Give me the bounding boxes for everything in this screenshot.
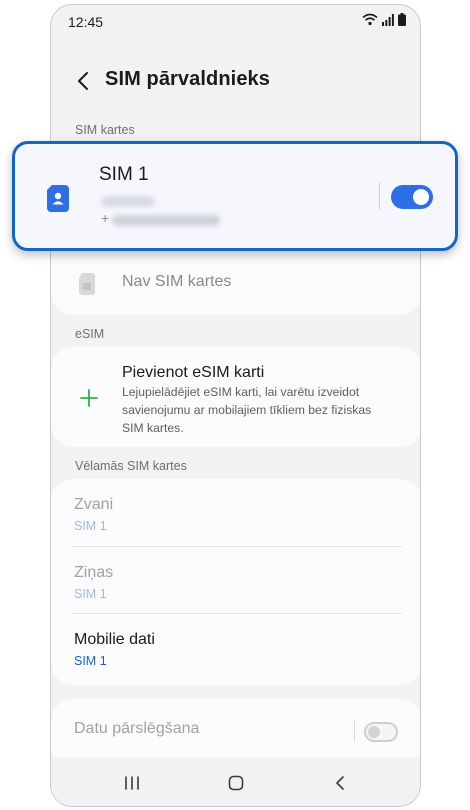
battery-icon [398,13,406,26]
section-label-sim-cards: SIM kartes [75,123,135,137]
sim1-row[interactable]: SIM 1 + [12,141,458,251]
preferred-card: Zvani SIM 1 Ziņas SIM 1 Mobilie dati SIM… [51,479,420,685]
home-button[interactable] [221,771,251,795]
plus-icon [80,389,98,407]
no-sim-row: Nav SIM kartes [51,253,420,315]
section-label-preferred: Vēlamās SIM kartes [75,459,187,473]
sim1-toggle[interactable] [391,185,433,209]
preferred-row-mobile-data[interactable]: Mobilie dati SIM 1 [51,614,420,684]
preferred-row-messages[interactable]: Ziņas SIM 1 [51,547,420,613]
status-time: 12:45 [68,14,104,30]
vertical-divider [354,720,355,742]
recent-apps-icon [125,776,139,790]
back-arrow-icon [78,72,88,90]
calls-value: SIM 1 [74,519,107,533]
add-esim-title: Pievienot eSIM karti [122,364,265,381]
status-icons [362,13,406,26]
home-icon [228,775,244,791]
sim1-number-blurred [112,215,220,226]
add-esim-desc-line2: savienojumu ar mobilajiem tīkliem bez fi… [122,403,372,417]
data-switching-label: Datu pārslēgšana [74,720,200,737]
calls-title: Zvani [74,496,114,513]
toggle-knob [413,189,429,205]
mobile-data-value: SIM 1 [74,654,107,668]
page-title: SIM pārvaldnieks [105,68,270,90]
messages-value: SIM 1 [74,587,107,601]
wifi-icon [362,13,378,26]
section-label-esim: eSIM [75,327,105,341]
header: SIM pārvaldnieks [51,61,420,103]
esim-card: Pievienot eSIM karti Lejupielādējiet eSI… [51,347,420,447]
sim-card-icon [47,185,69,212]
mobile-data-title: Mobilie dati [74,631,155,648]
add-esim-desc-line1: Lejupielādējiet eSIM karti, lai varētu i… [122,385,360,399]
add-esim-row[interactable]: Pievienot eSIM karti Lejupielādējiet eSI… [51,347,420,447]
preferred-row-calls[interactable]: Zvani SIM 1 [51,479,420,546]
back-button[interactable] [69,65,97,97]
navigation-bar [51,757,420,806]
vertical-divider [379,182,380,210]
sim1-carrier-blurred [101,196,155,207]
messages-title: Ziņas [74,564,114,581]
nav-back-icon [336,776,344,790]
data-switching-toggle[interactable] [364,722,398,742]
nav-back-button[interactable] [325,771,355,795]
signal-icon [382,13,394,26]
sim-card-grey-icon [79,273,95,295]
no-sim-label: Nav SIM kartes [122,273,232,290]
phone-frame: 12:45 SIM pārvaldnieks SIM kartes Nav SI… [50,4,421,807]
sim1-title: SIM 1 [99,164,149,185]
data-switching-row[interactable]: Datu pārslēgšana [51,699,420,757]
sim1-number-prefix: + [101,210,110,226]
status-bar: 12:45 [51,5,420,39]
toggle-knob [368,726,380,738]
add-esim-desc-line3: SIM kartes. [122,421,184,435]
recent-apps-button[interactable] [117,771,147,795]
